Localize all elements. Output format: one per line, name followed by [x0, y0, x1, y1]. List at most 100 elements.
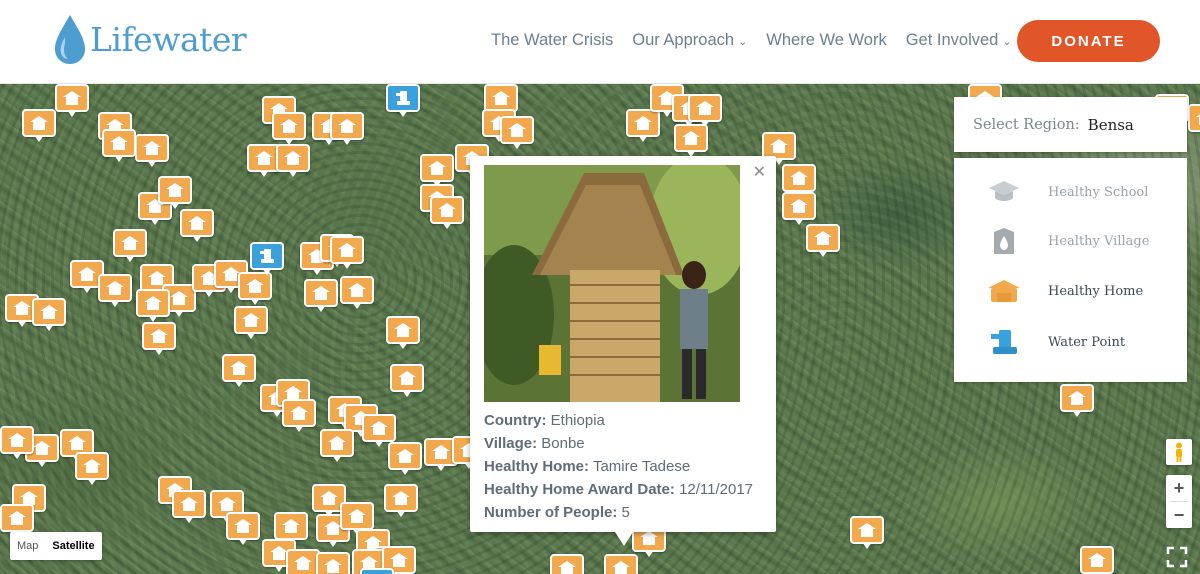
healthy-home-marker[interactable]: [180, 209, 214, 243]
home-icon: [338, 119, 356, 133]
healthy-home-marker[interactable]: [172, 490, 206, 524]
healthy-home-marker[interactable]: [98, 274, 132, 308]
healthy-home-marker[interactable]: [390, 364, 424, 398]
healthy-home-marker[interactable]: [384, 484, 418, 518]
donate-button[interactable]: DONATE: [1017, 20, 1160, 62]
region-label: Select Region:: [973, 116, 1080, 133]
healthy-home-marker[interactable]: [272, 112, 306, 146]
healthy-home-marker[interactable]: [32, 298, 66, 332]
home-icon: [390, 553, 408, 567]
graduation-cap-icon: [986, 177, 1022, 207]
region-selector[interactable]: Select Region: Bensa: [954, 97, 1187, 152]
healthy-home-marker[interactable]: [136, 289, 170, 323]
fullscreen-icon[interactable]: [1166, 546, 1188, 568]
legend-healthy-village[interactable]: Healthy Village: [954, 221, 1187, 261]
water-point-marker[interactable]: [386, 84, 420, 118]
healthy-home-marker[interactable]: [75, 452, 109, 486]
healthy-home-marker[interactable]: [604, 554, 638, 574]
home-icon: [30, 116, 48, 130]
home-icon: [218, 497, 236, 511]
home-icon: [320, 491, 338, 505]
healthy-home-marker[interactable]: [55, 84, 89, 118]
home-icon: [348, 283, 366, 297]
healthy-home-marker[interactable]: [286, 549, 320, 574]
home-icon: [8, 511, 26, 525]
healthy-home-marker[interactable]: [500, 116, 534, 150]
zoom-control: + −: [1166, 475, 1192, 528]
healthy-home-marker[interactable]: [850, 516, 884, 550]
healthy-home-marker[interactable]: [1188, 104, 1200, 138]
home-icon: [255, 151, 273, 165]
healthy-home-marker[interactable]: [282, 399, 316, 433]
healthy-home-marker[interactable]: [238, 272, 272, 306]
region-value: Bensa: [1087, 115, 1134, 134]
healthy-home-marker[interactable]: [102, 129, 136, 163]
healthy-home-marker[interactable]: [276, 144, 310, 178]
lifewater-logo[interactable]: Lifewater: [52, 13, 247, 65]
nav-where-we-work[interactable]: Where We Work: [766, 31, 886, 50]
healthy-home-marker[interactable]: [22, 109, 56, 143]
home-icon: [438, 203, 456, 217]
healthy-home-marker[interactable]: [1060, 384, 1094, 418]
water-point-marker[interactable]: [360, 568, 394, 574]
home-icon: [1196, 111, 1200, 125]
zoom-out-button[interactable]: −: [1166, 502, 1192, 528]
healthy-home-marker[interactable]: [550, 554, 584, 574]
home-icon: [188, 216, 206, 230]
street-view-pegman-icon[interactable]: [1166, 439, 1192, 465]
healthy-home-marker[interactable]: [430, 196, 464, 230]
legend-healthy-school[interactable]: Healthy School: [954, 172, 1187, 212]
map-type-map[interactable]: Map: [10, 540, 45, 552]
healthy-home-marker[interactable]: [340, 276, 374, 310]
healthy-home-marker[interactable]: [806, 224, 840, 258]
nav-water-crisis[interactable]: The Water Crisis: [491, 31, 613, 50]
healthy-home-marker[interactable]: [1080, 546, 1114, 574]
home-icon: [370, 421, 388, 435]
close-icon[interactable]: ✕: [753, 162, 766, 182]
healthy-home-marker[interactable]: [0, 426, 34, 460]
home-icon: [394, 323, 412, 337]
healthy-home-marker[interactable]: [142, 322, 176, 356]
healthy-home-marker[interactable]: [330, 112, 364, 146]
healthy-home-marker[interactable]: [688, 94, 722, 128]
home-photo: [484, 165, 740, 402]
healthy-home-marker[interactable]: [388, 442, 422, 476]
map-type-satellite[interactable]: Satellite: [45, 540, 101, 552]
zoom-in-button[interactable]: +: [1166, 475, 1192, 501]
nav-get-involved[interactable]: Get Involved ⌄: [906, 31, 1012, 50]
water-point-icon: [396, 91, 410, 105]
healthy-home-marker[interactable]: [234, 306, 268, 340]
healthy-home-marker[interactable]: [304, 279, 338, 313]
healthy-home-marker[interactable]: [316, 552, 350, 574]
home-icon: [814, 231, 832, 245]
home-icon: [150, 329, 168, 343]
home-icon: [246, 279, 264, 293]
home-icon: [338, 243, 356, 257]
water-point-marker[interactable]: [250, 242, 284, 276]
healthy-home-marker[interactable]: [782, 192, 816, 226]
healthy-home-marker[interactable]: [158, 176, 192, 210]
water-drop-logo-icon: [55, 15, 85, 64]
brand-name: Lifewater: [90, 19, 247, 59]
healthy-home-marker[interactable]: [113, 229, 147, 263]
home-icon: [640, 531, 658, 545]
healthy-home-marker[interactable]: [320, 429, 354, 463]
healthy-home-marker[interactable]: [330, 236, 364, 270]
home-icon: [234, 519, 252, 533]
nav-our-approach[interactable]: Our Approach ⌄: [632, 31, 747, 50]
home-icon: [328, 436, 346, 450]
healthy-home-marker[interactable]: [226, 512, 260, 546]
home-icon: [312, 286, 330, 300]
healthy-home-marker[interactable]: [135, 134, 169, 168]
home-icon: [13, 301, 31, 315]
legend-healthy-home[interactable]: Healthy Home: [954, 271, 1187, 311]
water-drop-icon: [986, 226, 1022, 256]
home-icon: [634, 116, 652, 130]
healthy-home-marker[interactable]: [386, 316, 420, 350]
legend-water-point[interactable]: Water Point: [954, 322, 1187, 362]
home-icon: [230, 361, 248, 375]
healthy-home-marker[interactable]: [674, 124, 708, 158]
home-icon: [110, 136, 128, 150]
healthy-home-marker[interactable]: [222, 354, 256, 388]
healthy-home-marker[interactable]: [420, 154, 454, 188]
